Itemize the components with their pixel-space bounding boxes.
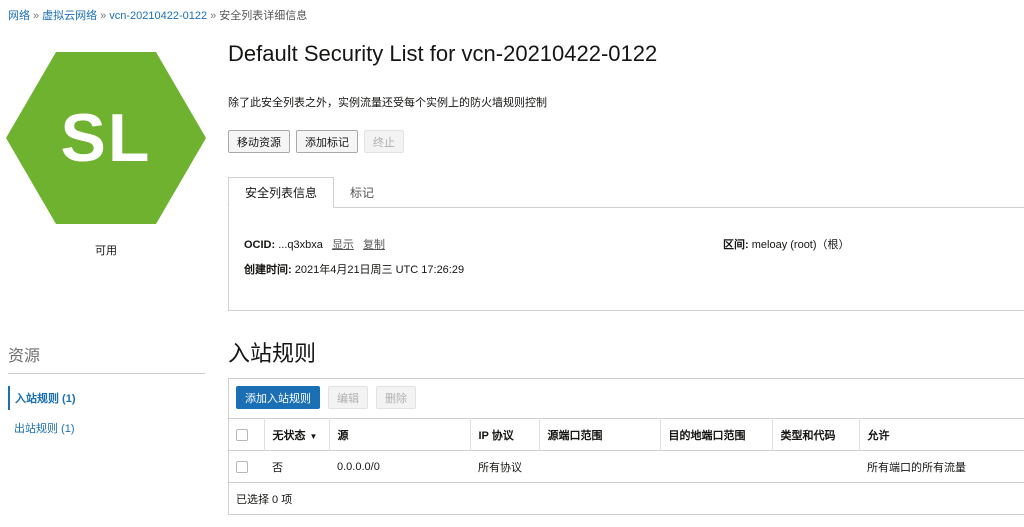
terminate-button[interactable]: 终止: [364, 130, 404, 153]
resource-link-egress-rules[interactable]: 出站规则 (1): [8, 420, 75, 436]
selected-count: 已选择 0 项: [236, 494, 293, 506]
ocid-label: OCID:: [244, 239, 276, 251]
resource-link-ingress-rules[interactable]: 入站规则 (1): [8, 386, 76, 410]
cell-type-code: [772, 450, 859, 483]
cell-source-port: [539, 450, 660, 483]
delete-button[interactable]: 删除: [376, 386, 416, 409]
tab-bar: 安全列表信息 标记: [228, 177, 390, 208]
add-tags-button[interactable]: 添加标记: [296, 130, 358, 153]
page-subtitle: 除了此安全列表之外，实例流量还受每个实例上的防火墙规则控制: [228, 97, 547, 109]
page-title: Default Security List for vcn-20210422-0…: [228, 41, 658, 66]
tab-tags[interactable]: 标记: [334, 177, 390, 208]
edit-button[interactable]: 编辑: [328, 386, 368, 409]
column-header-ip-protocol: IP 协议: [470, 418, 540, 451]
ingress-toolbar: 添加入站规则 编辑 删除: [236, 386, 416, 409]
info-panel: OCID: ...q3xbxa 显示 复制 创建时间: 2021年4月21日周三…: [228, 207, 1024, 311]
add-ingress-rule-button[interactable]: 添加入站规则: [236, 386, 320, 409]
created-value: 2021年4月21日周三 UTC 17:26:29: [294, 264, 465, 276]
cell-allows: 所有端口的所有流量: [859, 450, 1024, 483]
ingress-rules-title: 入站规则: [228, 341, 317, 366]
cell-stateless: 否: [264, 450, 329, 483]
cell-protocol: 所有协议: [470, 450, 539, 483]
sort-down-icon: ▼: [309, 431, 318, 441]
breadcrumb-separator: »: [210, 10, 217, 22]
resources-title: 资源: [8, 348, 41, 365]
column-header-destination-port: 目的地端口范围: [660, 418, 773, 451]
resources-divider: [8, 373, 205, 374]
ingress-rules-table: 无状态 ▼ 源 IP 协议 源端口范围 目的地端口范围 类型和代码 允许 否 0.…: [228, 418, 1024, 483]
breadcrumb-link-network[interactable]: 网络: [8, 10, 30, 22]
breadcrumb-separator: »: [33, 10, 40, 22]
cell-source: 0.0.0.0/0: [329, 450, 470, 483]
ocid-copy-link[interactable]: 复制: [363, 239, 385, 251]
breadcrumb-link-vcn-list[interactable]: 虚拟云网络: [42, 10, 97, 22]
column-header-source: 源: [329, 418, 471, 451]
ocid-row: OCID: ...q3xbxa 显示 复制: [244, 236, 385, 252]
compartment-value: meloay (root)（根）: [751, 239, 850, 251]
created-row: 创建时间: 2021年4月21日周三 UTC 17:26:29: [244, 261, 464, 277]
table-header-row: 无状态 ▼ 源 IP 协议 源端口范围 目的地端口范围 类型和代码 允许: [228, 418, 1024, 451]
ocid-show-link[interactable]: 显示: [332, 239, 354, 251]
breadcrumb-separator: »: [100, 10, 107, 22]
action-toolbar: 移动资源 添加标记 终止: [228, 130, 404, 153]
column-header-source-port: 源端口范围: [539, 418, 661, 451]
breadcrumb-current: 安全列表详细信息: [219, 10, 308, 22]
compartment-row: 区间: meloay (root)（根）: [723, 236, 850, 252]
created-label: 创建时间:: [244, 264, 292, 276]
ocid-value: ...q3xbxa: [278, 239, 323, 251]
move-resource-button[interactable]: 移动资源: [228, 130, 290, 153]
breadcrumb-link-vcn[interactable]: vcn-20210422-0122: [109, 10, 207, 22]
avatar-initials: SL: [60, 100, 152, 176]
select-all-cell: [228, 418, 265, 451]
column-header-stateless[interactable]: 无状态 ▼: [264, 418, 330, 451]
row-select-cell: [228, 450, 264, 483]
resource-avatar: SL: [6, 52, 206, 224]
column-header-type-code: 类型和代码: [772, 418, 860, 451]
table-row: 否 0.0.0.0/0 所有协议 所有端口的所有流量: [228, 450, 1024, 483]
column-header-label: 无状态: [272, 429, 306, 442]
tab-security-list-info[interactable]: 安全列表信息: [228, 177, 335, 208]
column-header-allows: 允许: [859, 418, 1024, 451]
breadcrumb: 网络» 虚拟云网络» vcn-20210422-0122» 安全列表详细信息: [8, 7, 307, 23]
row-checkbox[interactable]: [236, 460, 248, 473]
select-all-checkbox[interactable]: [236, 428, 248, 441]
compartment-label: 区间:: [723, 239, 749, 251]
status-label: 可用: [95, 245, 117, 257]
cell-destination-port: [660, 450, 772, 483]
